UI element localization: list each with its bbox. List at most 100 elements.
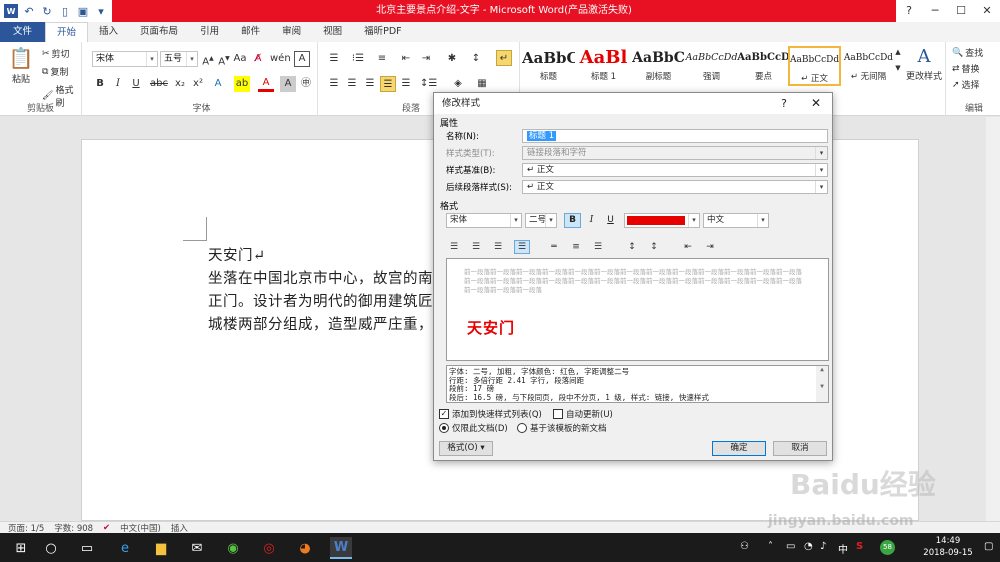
font-name-combo[interactable]: 宋体 ▾ [92,51,158,67]
dialog-onehalf-spacing-icon[interactable]: ≡ [568,240,584,254]
insert-mode[interactable]: 插入 [171,522,188,534]
line-spacing-icon[interactable]: ↕☰ [420,76,437,92]
tab-file[interactable]: 文件 [0,22,46,42]
language[interactable]: 中文(中国) [120,522,161,534]
change-styles-button[interactable]: A 更改样式 [904,46,944,82]
clear-format-icon[interactable]: A̸ [250,51,266,67]
doc-heading[interactable]: 天安门↵ [208,244,266,265]
music-app-icon[interactable]: ◎ [258,537,280,559]
auto-update-checkbox[interactable]: 自动更新(U) [553,408,613,420]
font-size-combo[interactable]: 五号 ▾ [160,51,198,67]
superscript-icon[interactable]: x² [190,76,206,92]
doc-paragraph-line[interactable]: 正门。设计者为明代的御用建筑匠师 [208,290,448,311]
style-heading-1[interactable]: AaBl 标题 1 [577,46,630,86]
subscript-icon[interactable]: x₂ [172,76,188,92]
minimize-button[interactable]: ─ [922,0,948,22]
dialog-close-button[interactable]: ✕ [808,93,824,114]
add-to-quick-styles-checkbox[interactable]: ✓ 添加到快速样式列表(Q) [439,408,542,420]
volume-icon[interactable]: ♪ [820,541,826,552]
network-icon[interactable]: ◔ [804,541,813,552]
game-app-icon[interactable]: ◕ [294,537,316,559]
following-style-select[interactable]: ↵ 正文 ▾ [522,180,828,194]
dialog-single-spacing-icon[interactable]: ═ [546,240,562,254]
dialog-italic-button[interactable]: I [583,213,600,228]
battery-icon[interactable]: ▭ [786,541,795,552]
dialog-double-spacing-icon[interactable]: ☰ [590,240,606,254]
tab-mailings[interactable]: 邮件 [230,22,271,42]
browser-green-icon[interactable]: ◉ [222,537,244,559]
style-emphasis[interactable]: AaBbCcDd 强调 [685,46,738,86]
people-icon[interactable]: ⚇ [740,541,749,552]
edge-icon[interactable]: e [114,537,136,559]
search-icon[interactable]: ○ [40,537,62,559]
grow-font-icon[interactable]: A▲ [200,51,216,67]
proofing-icon[interactable]: ✔ [103,523,110,533]
dialog-justify-icon[interactable]: ☰ [514,240,530,254]
word-count[interactable]: 字数: 908 [54,522,93,534]
replace-button[interactable]: ⇄ 替换 [952,62,980,76]
dialog-align-right-icon[interactable]: ☰ [490,240,506,254]
dialog-script-select[interactable]: 中文 ▾ [703,213,769,228]
shading-icon[interactable]: ◈ [450,76,466,92]
redo-icon[interactable]: ↻ [40,4,54,18]
sort-icon[interactable]: ↕ [468,51,484,67]
tab-page-layout[interactable]: 页面布局 [129,22,189,42]
dialog-help-button[interactable]: ? [776,93,792,114]
file-explorer-icon[interactable]: ▆ [150,537,172,559]
ime-indicator[interactable]: 中 [838,541,848,556]
font-color-icon[interactable]: A [258,76,274,92]
only-this-document-radio[interactable]: 仅限此文档(D) [439,422,508,434]
style-strong[interactable]: AaBbCcD 要点 [737,46,790,86]
dialog-increase-indent-icon[interactable]: ⇥ [702,240,718,254]
char-border-icon[interactable]: A [294,51,310,67]
dialog-font-select[interactable]: 宋体 ▾ [446,213,522,228]
text-effects-icon[interactable]: A [210,76,226,92]
ok-button[interactable]: 确定 [712,441,766,456]
maximize-button[interactable]: ☐ [948,0,974,22]
vertical-scrollbar[interactable] [986,117,1000,521]
justify-icon[interactable]: ☰ [380,76,396,92]
align-right-icon[interactable]: ☰ [362,76,378,92]
format-menu-button[interactable]: 格式(O) ▾ [439,441,493,456]
tab-home[interactable]: 开始 [45,22,89,42]
save-icon[interactable]: ▣ [76,4,90,18]
decrease-indent-icon[interactable]: ⇤ [398,51,414,67]
shrink-font-icon[interactable]: A▼ [216,51,232,67]
undo-icon[interactable]: ↶ [22,4,36,18]
windows-start-icon[interactable]: ⊞ [10,537,32,559]
phonetic-guide-icon[interactable]: wén [270,51,291,67]
numbering-icon[interactable]: ⁝☰ [350,51,366,67]
dialog-bold-button[interactable]: B [564,213,581,228]
styles-scroll-down-icon[interactable]: ▼ [894,60,902,76]
styles-scroll-up-icon[interactable]: ▲ [894,44,902,60]
char-shading-icon[interactable]: A [280,76,296,92]
customize-qat-icon[interactable]: ▾ [94,4,108,18]
tab-references[interactable]: 引用 [189,22,230,42]
select-button[interactable]: ➚ 选择 [952,78,980,92]
based-on-select[interactable]: ↵ 正文 ▾ [522,163,828,177]
help-button[interactable]: ? [896,0,922,22]
dialog-decrease-indent-icon[interactable]: ⇤ [680,240,696,254]
dialog-font-color-select[interactable]: ▾ [624,213,700,228]
enclosed-char-icon[interactable]: ㊥ [298,76,314,92]
dialog-space-before-icon[interactable]: ↕ [624,240,640,254]
close-button[interactable]: ✕ [974,0,1000,22]
notification-icon[interactable]: ▢ [984,541,993,552]
aa-case-icon[interactable]: Aa [232,51,248,67]
doc-paragraph-line[interactable]: 坐落在中国北京市中心，故宫的南端 [208,267,448,288]
doc-paragraph-line[interactable]: 城楼两部分组成，造型威严庄重，气 [208,313,448,334]
tab-insert[interactable]: 插入 [88,22,129,42]
mail-icon[interactable]: ✉ [186,537,208,559]
dialog-align-left-icon[interactable]: ☰ [446,240,462,254]
borders-icon[interactable]: ▦ [474,76,490,92]
paste-button[interactable]: 📋 粘贴 [8,46,34,85]
cancel-button[interactable]: 取消 [773,441,827,456]
bold-icon[interactable]: B [92,76,108,92]
increase-indent-icon[interactable]: ⇥ [418,51,434,67]
tab-review[interactable]: 审阅 [271,22,312,42]
dialog-space-after-icon[interactable]: ↕ [646,240,662,254]
style-no-spacing[interactable]: AaBbCcDd ↵ 无间隔 [842,46,895,86]
italic-icon[interactable]: I [110,76,126,92]
style-subtitle[interactable]: AaBbC 副标题 [632,46,685,86]
strikethrough-icon[interactable]: abc [150,76,168,92]
